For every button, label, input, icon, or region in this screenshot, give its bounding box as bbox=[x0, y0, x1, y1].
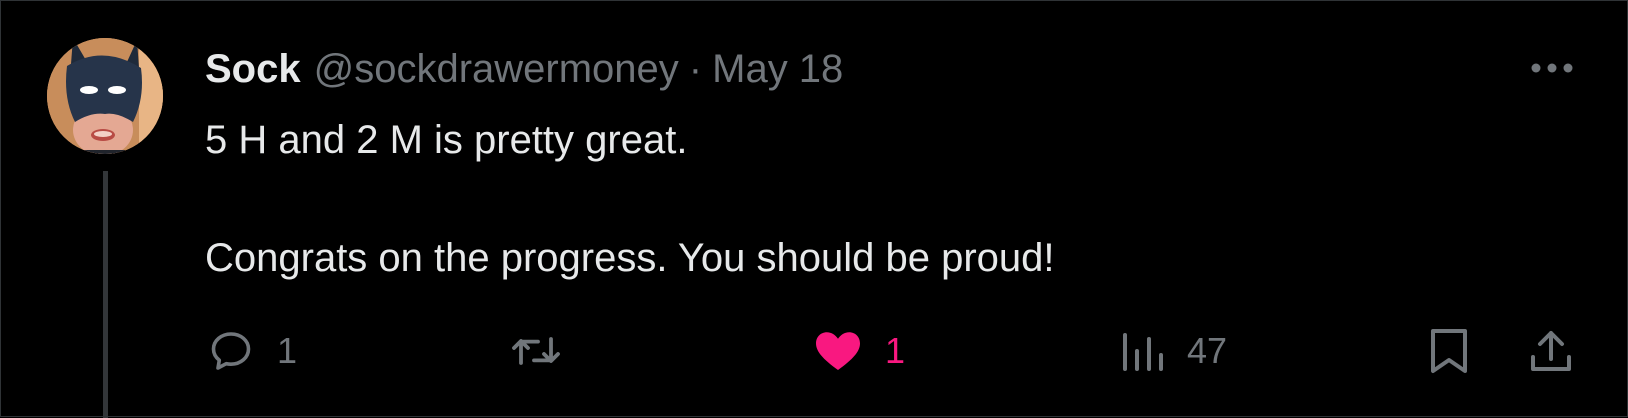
retweet-arrows-icon bbox=[509, 327, 563, 375]
header-separator: · bbox=[688, 46, 703, 91]
more-dots-icon bbox=[1531, 63, 1573, 73]
heart-icon bbox=[813, 327, 863, 375]
tweet-text-line: Congrats on the progress. You should be … bbox=[205, 236, 1055, 280]
views-count: 47 bbox=[1187, 330, 1228, 371]
author-display-name[interactable]: Sock bbox=[205, 47, 301, 92]
avatar[interactable] bbox=[47, 38, 163, 154]
author-handle[interactable]: @sockdrawermoney bbox=[314, 47, 679, 92]
like-count: 1 bbox=[885, 330, 906, 371]
tweet[interactable]: Sock @sockdrawermoney · May 18 5 H and 2… bbox=[0, 0, 1628, 418]
thread-line bbox=[103, 171, 108, 418]
reply-count: 1 bbox=[277, 330, 298, 371]
tweet-date[interactable]: May 18 bbox=[712, 47, 843, 92]
views-button[interactable]: 47 bbox=[1121, 323, 1227, 379]
bar-chart-icon bbox=[1121, 327, 1165, 375]
tweet-text: 5 H and 2 M is pretty great. Congrats on… bbox=[205, 111, 1525, 288]
more-options-button[interactable] bbox=[1519, 43, 1585, 93]
masked-face-avatar-icon bbox=[47, 38, 163, 154]
share-button[interactable] bbox=[1529, 323, 1573, 379]
tweet-header: Sock @sockdrawermoney · May 18 bbox=[205, 41, 843, 97]
retweet-button[interactable] bbox=[509, 323, 585, 379]
share-upload-icon bbox=[1529, 327, 1573, 375]
bookmark-button[interactable] bbox=[1427, 323, 1471, 379]
like-button[interactable]: 1 bbox=[813, 323, 905, 379]
tweet-text-line: 5 H and 2 M is pretty great. bbox=[205, 118, 688, 162]
reply-button[interactable]: 1 bbox=[207, 323, 297, 379]
speech-bubble-icon bbox=[207, 327, 255, 375]
bookmark-icon bbox=[1427, 326, 1471, 376]
